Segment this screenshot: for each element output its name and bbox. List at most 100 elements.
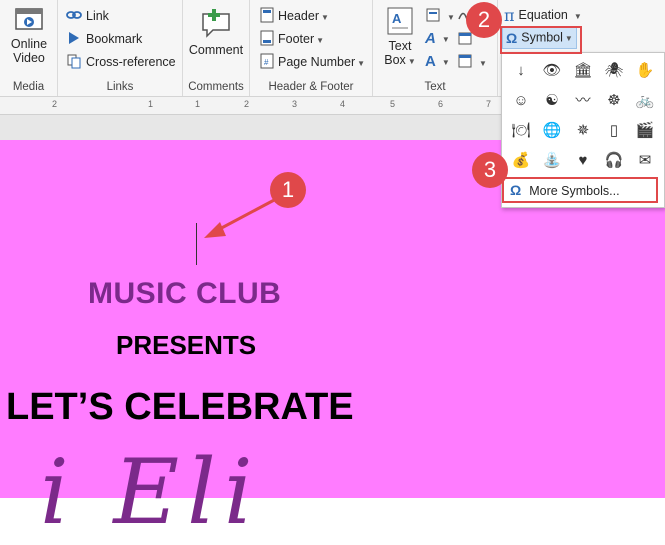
symbol-cell[interactable]: ↓ — [506, 57, 536, 85]
pi-icon: π — [504, 6, 515, 25]
symbol-cell[interactable]: 🎧 — [599, 147, 629, 175]
equation-label: Equation — [518, 7, 568, 22]
symbol-cell[interactable]: ☯ — [537, 87, 567, 115]
symbol-dropdown: ↓ 👁 🏛 🕷 ✋ ☺ ☯ 〰 ☸ 🚲 🍽 🌐 ✵ ▯ 🎬 💰 ⛲ ♥ 🎧 ✉ … — [501, 52, 665, 208]
chevron-down-icon: ▼ — [357, 58, 366, 68]
comments-group: Comment Comments — [183, 0, 250, 96]
symbol-cell[interactable]: 👁 — [537, 57, 567, 85]
symbol-cell[interactable]: 〰 — [568, 87, 598, 115]
drop-cap-button[interactable]: A ▼ — [425, 53, 450, 70]
symbol-cell[interactable]: 🌐 — [537, 117, 567, 145]
symbol-cell[interactable]: ☸ — [599, 87, 629, 115]
header-label: Header — [278, 8, 319, 23]
online-video-label-1: Online — [10, 37, 48, 51]
text-box-button[interactable]: A Text Box ▼ — [381, 6, 419, 67]
symbol-cell[interactable]: ✉ — [630, 147, 660, 175]
more-symbols-label: More Symbols... — [529, 184, 620, 198]
ruler-tick: 2 — [244, 99, 250, 109]
header-button[interactable]: Header ▼ — [260, 7, 329, 26]
chevron-down-icon: ▼ — [441, 57, 450, 67]
ruler-tick: 1 — [195, 99, 201, 109]
cross-reference-button[interactable]: Cross-reference — [66, 53, 176, 72]
links-group: Link Bookmark Cross-reference Links — [58, 0, 183, 96]
ruler-tick: 1 — [148, 99, 154, 109]
ruler-tick: 6 — [438, 99, 444, 109]
object-button[interactable]: ▼ — [457, 53, 487, 72]
callout-badge-1: 1 — [270, 172, 306, 208]
chevron-down-icon: ▼ — [321, 12, 329, 22]
callout-badge-2: 2 — [466, 2, 502, 38]
symbol-cell[interactable]: ☺ — [506, 87, 536, 115]
online-video-label-2: Video — [13, 51, 45, 65]
bookmark-button[interactable]: Bookmark — [66, 30, 142, 49]
page-number-icon: # — [260, 53, 274, 72]
symbol-cell[interactable]: ⛲ — [537, 147, 567, 175]
callout-badge-3: 3 — [472, 152, 508, 188]
text-cursor — [196, 223, 197, 265]
link-icon — [66, 7, 82, 26]
footer-icon — [260, 30, 274, 49]
chevron-down-icon: ▼ — [316, 35, 325, 45]
film-icon — [15, 8, 43, 30]
cross-reference-icon — [66, 53, 82, 72]
quick-parts-icon — [425, 7, 441, 26]
symbol-cell[interactable]: 🚲 — [630, 87, 660, 115]
heading-music-club: MUSIC CLUB — [88, 277, 282, 310]
symbol-cell[interactable]: 🍽 — [506, 117, 536, 145]
svg-text:#: # — [264, 58, 269, 67]
symbol-button-highlight — [500, 26, 582, 54]
symbol-cell[interactable]: 🕷 — [599, 57, 629, 85]
online-video-button[interactable]: Online Video — [6, 6, 52, 65]
header-icon — [260, 7, 274, 26]
symbol-cell[interactable]: ✋ — [630, 57, 660, 85]
symbol-cell[interactable]: 🎬 — [630, 117, 660, 145]
text-box-label-1: Text — [388, 39, 412, 53]
equation-button[interactable]: π Equation ▼ — [504, 6, 582, 25]
heading-presents: PRESENTS — [116, 330, 257, 360]
ruler-tick: 3 — [292, 99, 298, 109]
bookmark-label: Bookmark — [86, 31, 143, 46]
decorative-script-text: i Eli — [40, 440, 261, 545]
media-group: Online Video Media — [0, 0, 58, 96]
chevron-down-icon: ▼ — [573, 11, 582, 21]
more-symbols-button[interactable]: Ω More Symbols... — [502, 177, 658, 203]
symbol-cell[interactable]: ▯ — [599, 117, 629, 145]
bookmark-icon — [66, 30, 82, 49]
media-group-label: Media — [12, 81, 45, 93]
ruler-tick: 4 — [340, 99, 346, 109]
text-group-label: Text — [424, 81, 446, 93]
chevron-down-icon: ▼ — [447, 12, 455, 22]
omega-icon: Ω — [510, 182, 522, 198]
drop-cap-icon: A — [425, 53, 436, 70]
footer-label: Footer — [278, 31, 315, 46]
heading-lets-celebrate: LET’S CELEBRATE — [6, 386, 354, 428]
comment-label: Comment — [188, 43, 244, 57]
object-icon — [457, 53, 473, 72]
symbol-cell[interactable]: 🏛 — [568, 57, 598, 85]
page-number-label: Page Number — [278, 54, 356, 69]
comment-icon — [202, 9, 230, 38]
link-button[interactable]: Link — [66, 7, 109, 26]
ruler-tick: 5 — [390, 99, 396, 109]
wordart-icon: A — [425, 30, 436, 47]
symbol-cell[interactable]: 💰 — [506, 147, 536, 175]
svg-text:A: A — [392, 11, 402, 26]
symbol-cell[interactable]: ♥ — [568, 147, 598, 175]
symbol-cell[interactable]: ✵ — [568, 117, 598, 145]
comments-group-label: Comments — [188, 81, 244, 93]
links-group-label: Links — [106, 81, 134, 93]
ruler-tick: 7 — [486, 99, 492, 109]
chevron-down-icon: ▼ — [479, 58, 487, 68]
comment-button[interactable]: Comment — [187, 6, 245, 57]
header-footer-group-label: Header & Footer — [268, 81, 354, 93]
quick-parts-button[interactable]: ▼ — [425, 7, 455, 26]
header-footer-group: Header ▼ Footer ▼ # Page Number ▼ Header & … — [250, 0, 373, 96]
ruler-tick: 2 — [52, 99, 58, 109]
page-number-button[interactable]: # Page Number ▼ — [260, 53, 365, 72]
wordart-button[interactable]: A ▼ — [425, 30, 450, 47]
text-box-icon: A — [387, 7, 413, 35]
footer-button[interactable]: Footer ▼ — [260, 30, 324, 49]
text-box-label-2: Box ▼ — [384, 53, 416, 67]
chevron-down-icon: ▼ — [441, 34, 450, 44]
link-label: Link — [86, 8, 109, 23]
